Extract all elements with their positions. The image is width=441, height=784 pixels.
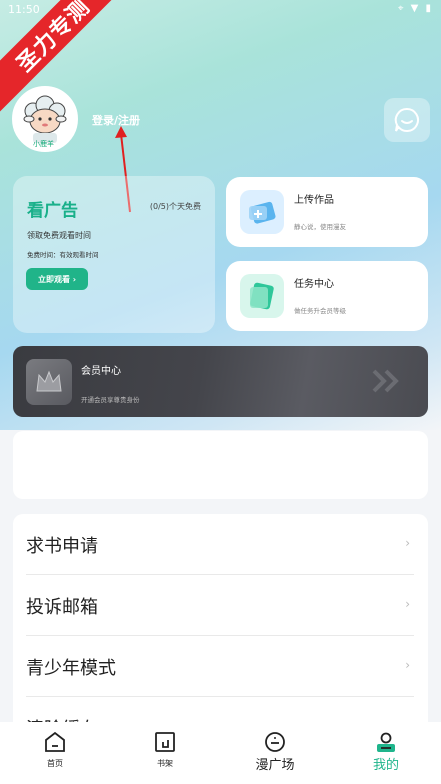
vip-card-subtitle: 开通会员享尊贵身份 (81, 396, 140, 404)
message-bubble-icon (394, 107, 419, 132)
profile-icon (377, 732, 395, 752)
status-time: 11:50 (8, 3, 40, 16)
settings-menu: 求书申请 › 投诉邮箱 › 青少年模式 › 清除缓存 › (13, 514, 428, 734)
tab-label: 书架 (157, 759, 173, 768)
watch-ad-card[interactable]: 看广告 (0/5)个天免费 领取免费观看时间 免费时间：有效观看时间 立即观看 … (13, 176, 215, 333)
task-icon (240, 274, 284, 318)
tab-label: 我的 (372, 758, 399, 773)
menu-item-teen-mode[interactable]: 青少年模式 › (26, 636, 414, 697)
tab-label: 首页 (47, 759, 63, 768)
ad-card-count: (0/5)个天免费 (149, 202, 201, 211)
upload-card-title: 上传作品 (294, 195, 334, 206)
menu-item-label: 投诉邮箱 (26, 597, 98, 618)
tab-mine[interactable]: 我的 (351, 730, 421, 782)
task-card-title: 任务中心 (294, 279, 334, 290)
ad-card-free-time: 免费时间：有效观看时间 (27, 251, 99, 259)
bottom-tab-bar: 首页 书架 漫广场 我的 (0, 722, 441, 784)
chevron-right-icon: › (405, 536, 410, 550)
ad-card-title: 看广告 (27, 201, 78, 221)
crown-icon (26, 359, 72, 405)
tab-bookshelf[interactable]: 书架 (130, 730, 200, 782)
home-icon (45, 731, 65, 752)
watch-now-button[interactable]: 立即观看 › (26, 268, 88, 290)
double-chevron-icon (372, 369, 399, 393)
task-card-subtitle: 做任务升会员等级 (294, 307, 346, 315)
menu-item-complaint-email[interactable]: 投诉邮箱 › (26, 575, 414, 636)
task-center-card[interactable]: 任务中心 做任务升会员等级 (226, 261, 428, 331)
upload-works-card[interactable]: 上传作品 静心说，使用漫友 (226, 177, 428, 247)
tab-home[interactable]: 首页 (20, 730, 90, 782)
menu-item-book-request[interactable]: 求书申请 › (26, 514, 414, 575)
menu-item-label: 求书申请 (26, 536, 98, 557)
vip-card-title: 会员中心 (81, 366, 121, 377)
menu-item-label: 青少年模式 (26, 658, 116, 679)
avatar[interactable]: 小鹿羊 (12, 86, 78, 152)
status-icons: ⌖ ▼ ▮ (397, 3, 433, 14)
tab-comic-square[interactable]: 漫广场 (240, 730, 310, 782)
tab-label: 漫广场 (255, 758, 295, 773)
chevron-right-icon: › (405, 597, 410, 611)
blank-card (13, 431, 428, 499)
upload-card-subtitle: 静心说，使用漫友 (294, 223, 346, 231)
upload-icon (240, 190, 284, 234)
comic-square-icon (265, 732, 285, 752)
avatar-caption: 小鹿羊 (33, 140, 54, 148)
vip-center-card[interactable]: 会员中心 开通会员享尊贵身份 (13, 346, 428, 417)
ad-card-description: 领取免费观看时间 (27, 231, 91, 240)
chevron-right-icon: › (405, 658, 410, 672)
message-button[interactable] (384, 98, 430, 142)
bookshelf-icon (155, 732, 175, 752)
